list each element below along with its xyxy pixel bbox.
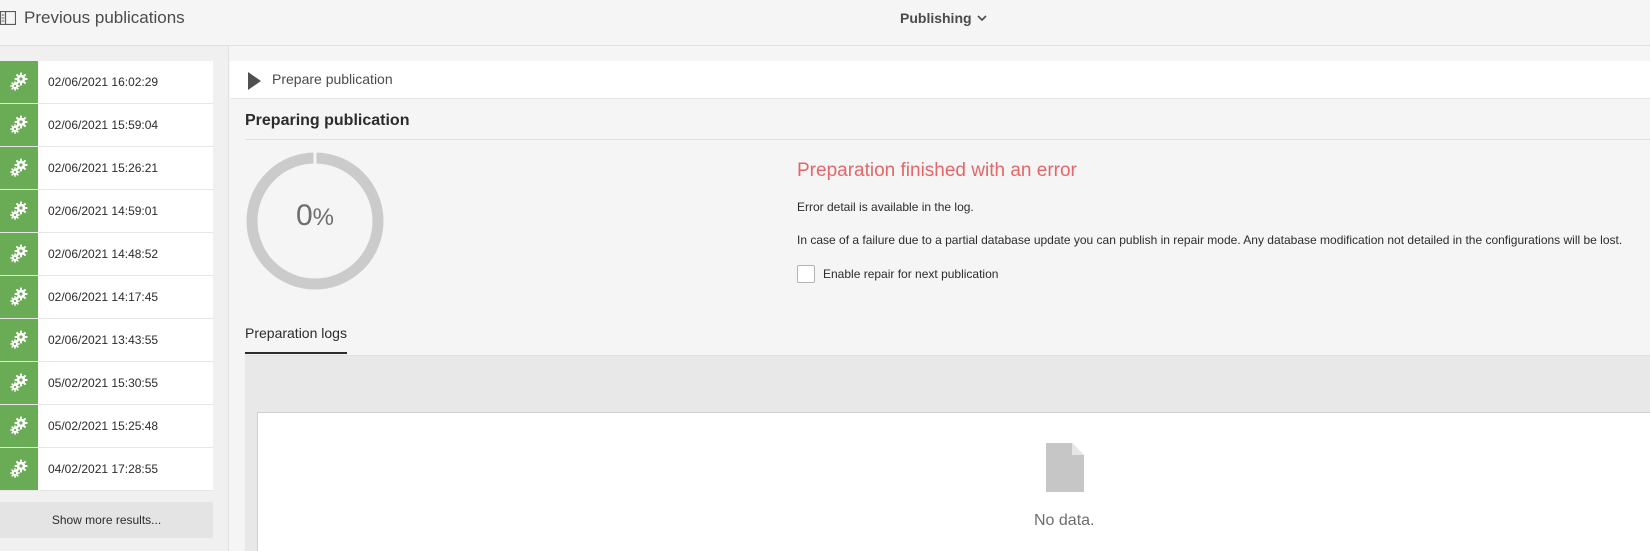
publishing-dropdown[interactable]: Publishing: [900, 10, 987, 26]
publication-date: 02/06/2021 16:02:29: [48, 75, 159, 89]
publication-date: 02/06/2021 14:17:45: [48, 290, 159, 304]
publication-date: 02/06/2021 14:59:01: [48, 204, 159, 218]
publication-date: 04/02/2021 17:28:55: [48, 462, 159, 476]
section-divider: [245, 139, 1650, 140]
publication-item[interactable]: 02/06/2021 14:17:45: [0, 276, 213, 319]
gears-icon: [0, 233, 38, 275]
publication-date: 02/06/2021 15:59:04: [48, 118, 159, 132]
gears-icon: [0, 405, 38, 447]
publication-date: 02/06/2021 13:43:55: [48, 333, 159, 347]
publication-item[interactable]: 05/02/2021 15:30:55: [0, 362, 213, 405]
prepare-publication-button[interactable]: Prepare publication: [272, 71, 393, 87]
enable-repair-label[interactable]: Enable repair for next publication: [823, 267, 998, 281]
publication-item[interactable]: 02/06/2021 15:59:04: [0, 104, 213, 147]
publication-item[interactable]: 02/06/2021 15:26:21: [0, 147, 213, 190]
panel-title: Previous publications: [24, 8, 185, 27]
publication-date: 02/06/2021 15:26:21: [48, 161, 159, 175]
tab-preparation-logs[interactable]: Preparation logs: [245, 325, 347, 354]
progress-unit: %: [312, 204, 335, 231]
gears-icon: [0, 448, 38, 490]
no-data-text: No data.: [1034, 512, 1095, 529]
section-title: Preparing publication: [245, 112, 410, 129]
play-icon[interactable]: [248, 72, 261, 90]
logs-panel: [257, 412, 1650, 551]
progress-number: 0: [295, 199, 313, 232]
gears-icon: [0, 319, 38, 361]
previous-publications-panel: 02/06/2021 16:02:29 02/06/2021 15:59:04 02…: [0, 46, 229, 551]
gears-icon: [0, 362, 38, 404]
gears-icon: [0, 104, 38, 146]
publication-item[interactable]: 02/06/2021 16:02:29: [0, 61, 213, 104]
publishing-dropdown-label: Publishing: [900, 10, 972, 26]
repair-option: Enable repair for next publication: [797, 265, 998, 283]
gears-icon: [0, 147, 38, 189]
progress-ring: 0%: [245, 151, 385, 291]
publication-item[interactable]: 02/06/2021 13:43:55: [0, 319, 213, 362]
status-title: Preparation finished with an error: [797, 160, 1077, 181]
error-detail-text: Error detail is available in the log.: [797, 200, 974, 214]
publication-item[interactable]: 05/02/2021 15:25:48: [0, 405, 213, 448]
publication-date: 05/02/2021 15:30:55: [48, 376, 159, 390]
publication-list: 02/06/2021 16:02:29 02/06/2021 15:59:04 02…: [0, 61, 213, 491]
publication-date: 02/06/2021 14:48:52: [48, 247, 159, 261]
publication-item[interactable]: 04/02/2021 17:28:55: [0, 448, 213, 491]
gears-icon: [0, 190, 38, 232]
publication-date: 05/02/2021 15:25:48: [48, 419, 159, 433]
enable-repair-checkbox[interactable]: [797, 265, 815, 283]
publication-item[interactable]: 02/06/2021 14:59:01: [0, 190, 213, 233]
publication-item[interactable]: 02/06/2021 14:48:52: [0, 233, 213, 276]
gears-icon: [0, 61, 38, 103]
show-more-button[interactable]: Show more results...: [0, 502, 213, 538]
empty-document-icon: [1046, 443, 1084, 492]
panel-toggle-icon[interactable]: [0, 11, 16, 25]
repair-note-text: In case of a failure due to a partial da…: [797, 233, 1623, 247]
top-bar: Previous publications Publishing: [0, 0, 1650, 46]
prepare-toolbar: Prepare publication: [230, 61, 1650, 99]
chevron-down-icon: [976, 14, 987, 21]
gears-icon: [0, 276, 38, 318]
progress-value: 0%: [245, 199, 385, 233]
